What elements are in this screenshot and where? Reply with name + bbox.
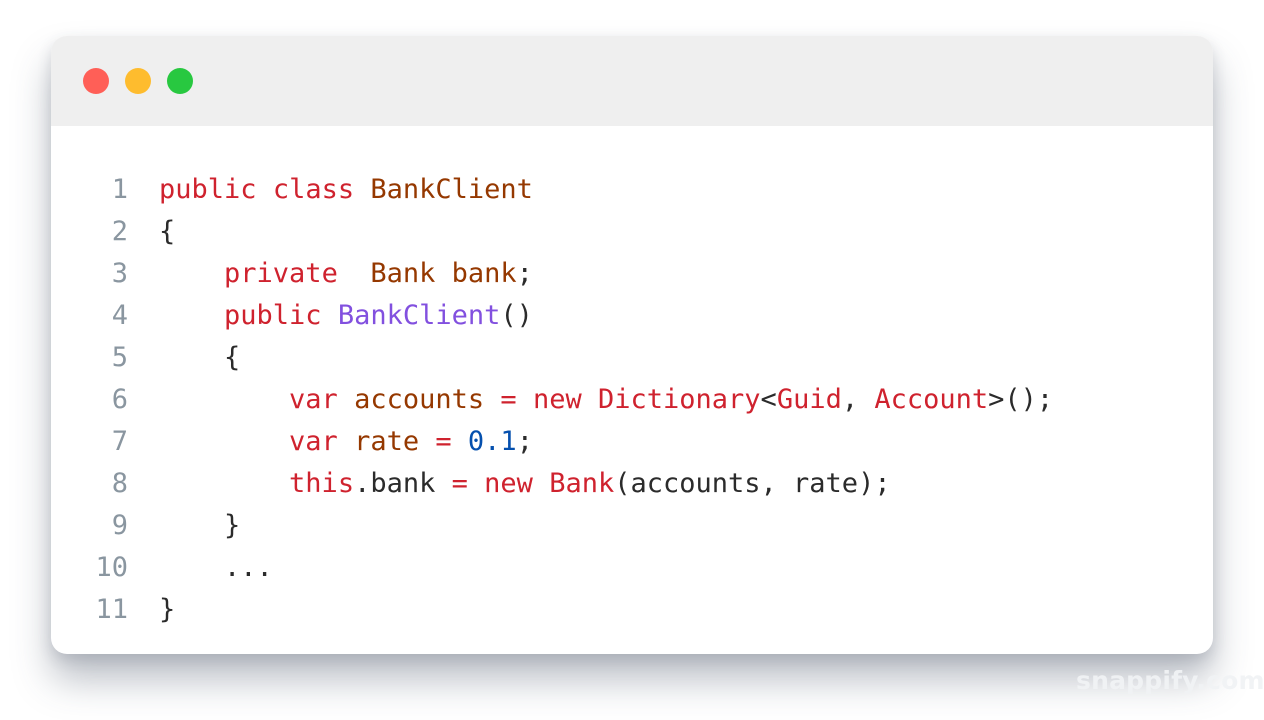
line-number: 5	[111, 342, 128, 373]
code-token: public	[159, 174, 257, 205]
code-text: var rate = 0.1;	[159, 421, 533, 463]
code-token: =	[500, 384, 517, 415]
code-token: =	[435, 426, 452, 457]
code-token: ;	[516, 258, 533, 289]
code-token: new	[484, 468, 533, 499]
code-token: .bank	[354, 468, 452, 499]
code-token: Bank	[370, 258, 436, 289]
code-token: var	[289, 426, 338, 457]
code-token: ()	[500, 300, 533, 331]
code-text: }	[159, 505, 240, 547]
line-number: 11	[95, 594, 128, 625]
line-number: 7	[111, 426, 128, 457]
code-text: var accounts = new Dictionary<Guid, Acco…	[159, 379, 1053, 421]
code-text: private Bank bank;	[159, 253, 533, 295]
code-token: bank	[451, 258, 517, 289]
code-token: public	[224, 300, 322, 331]
line-number: 10	[95, 552, 128, 583]
code-token: }	[159, 594, 176, 625]
code-token: BankClient	[337, 300, 501, 331]
line-number: 4	[111, 300, 128, 331]
code-token: {	[159, 216, 176, 247]
code-token: ;	[516, 426, 533, 457]
line-number: 6	[111, 384, 128, 415]
code-text: {	[159, 211, 175, 253]
code-token: 0.1	[467, 426, 517, 457]
code-token: }	[159, 510, 241, 541]
code-token: BankClient	[370, 174, 533, 205]
code-token: (accounts, rate);	[614, 468, 891, 499]
code-token: Bank	[549, 468, 615, 499]
code-line: 11}	[51, 589, 1213, 631]
line-number: 2	[111, 216, 128, 247]
code-token: new	[532, 384, 582, 415]
code-token: ,	[841, 384, 875, 415]
code-token: this	[289, 468, 355, 499]
code-line: 6 var accounts = new Dictionary<Guid, Ac…	[51, 379, 1213, 421]
code-token: Guid	[776, 384, 842, 415]
code-text: ...	[159, 547, 273, 589]
line-number: 1	[111, 174, 128, 205]
code-text: public BankClient()	[159, 295, 533, 337]
code-line: 3 private Bank bank;	[51, 253, 1213, 295]
line-number: 9	[111, 510, 128, 541]
minimize-window-icon[interactable]	[125, 68, 151, 94]
code-text: public class BankClient	[159, 169, 533, 211]
code-token: Account	[874, 384, 989, 415]
code-token: accounts	[354, 384, 485, 415]
code-text: {	[159, 337, 240, 379]
code-token: class	[272, 174, 355, 205]
code-token: =	[451, 468, 468, 499]
watermark-text: snappify.com	[1076, 666, 1264, 695]
code-token: rate	[354, 426, 420, 457]
code-token: ...	[159, 552, 273, 583]
code-line: 10 ...	[51, 547, 1213, 589]
code-token: {	[159, 342, 241, 373]
code-token: private	[224, 258, 338, 289]
code-line: 1 public class BankClient	[51, 169, 1213, 211]
code-block: 1 public class BankClient 2{3 private Bank…	[51, 169, 1213, 631]
code-text: }	[159, 589, 175, 631]
code-window: 1 public class BankClient 2{3 private Bank…	[51, 36, 1213, 654]
code-token: var	[289, 384, 338, 415]
code-token: Dictionary	[597, 384, 761, 415]
code-text: this.bank = new Bank(accounts, rate);	[159, 463, 891, 505]
code-token: >();	[988, 384, 1054, 415]
code-line: 8 this.bank = new Bank(accounts, rate);	[51, 463, 1213, 505]
code-line: 7 var rate = 0.1;	[51, 421, 1213, 463]
code-token: <	[760, 384, 777, 415]
code-line: 2{	[51, 211, 1213, 253]
code-line: 5 {	[51, 337, 1213, 379]
line-number: 3	[111, 258, 128, 289]
close-window-icon[interactable]	[83, 68, 109, 94]
code-line: 4 public BankClient()	[51, 295, 1213, 337]
maximize-window-icon[interactable]	[167, 68, 193, 94]
code-line: 9 }	[51, 505, 1213, 547]
line-number: 8	[111, 468, 128, 499]
window-titlebar	[51, 36, 1213, 126]
